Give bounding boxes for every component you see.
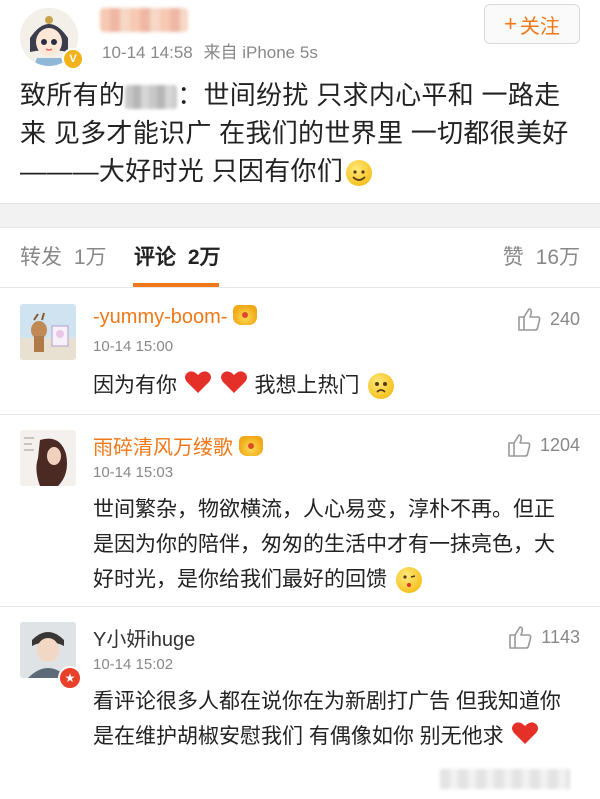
comment-item: 雨碎清风万缕歌 10-14 15:03 1204 世间繁杂，物欲横流，人心易变，… [0,414,600,607]
post-text: 致所有的.：世间纷扰 只求内心平和 一路走来 见多才能识广 在我们的世界里 一切… [20,76,580,190]
comment-text-tail: 我想上热门 [254,374,360,397]
heart-icon [220,371,247,393]
commenter-name-text: Y小妍ihuge [93,629,196,651]
heart-icon [184,371,211,393]
comment-item: -yummy-boom- 10-14 15:00 240 因为有你 我想上热门 [0,288,600,415]
comment-text: 世间繁杂，物欲横流，人心易变，淳朴不再。但正是因为你的陪伴，匆匆的生活中才有一抹… [93,492,573,597]
deer-photo-icon [20,304,76,360]
sad-emoji-icon [368,373,395,400]
tab-comments-count: 2万 [187,246,221,269]
tab-repost[interactable]: 转发 1万 [20,241,107,271]
commenter-name[interactable]: Y小妍ihuge [93,623,195,652]
crown-badge-icon [239,436,263,456]
heart-icon [511,722,538,744]
follow-label: 关注 [519,15,560,38]
comment-time: 10-14 15:02 [93,656,174,673]
thumbs-up-icon [509,626,532,649]
comment-like-count: 240 [549,308,580,329]
post-text-start: 致所有的 [20,80,126,110]
follow-button[interactable]: + 关注 [484,4,580,44]
comment-like-button[interactable]: 1143 [507,624,580,650]
section-divider [0,203,600,228]
verified-badge-icon: V [62,48,84,70]
tab-likes-label: 赞 [502,246,524,269]
commenter-name-text: -yummy-boom- [93,306,228,328]
kiss-emoji-icon [395,567,422,594]
tab-comments-label: 评论 [134,246,176,269]
post-header: V ██ 10-14 14:58 来自 iPhone 5s + 关注 [0,0,600,70]
active-tab-indicator [133,283,219,287]
comment-time: 10-14 15:03 [93,464,174,481]
comment-time: 10-14 15:00 [93,338,174,355]
tab-likes-count: 16万 [535,246,580,269]
commenter-name[interactable]: 雨碎清风万缕歌 [93,431,263,460]
poster-name[interactable]: ██ [100,8,188,32]
commenter-avatar[interactable] [20,304,76,360]
tab-repost-label: 转发 [20,246,62,269]
comment-item: ★ Y小妍ihuge 10-14 15:02 1143 看评论很多人都在说你在为… [0,606,600,799]
tab-likes[interactable]: 赞 16万 [503,241,580,271]
comment-like-count: 1143 [541,626,580,647]
post-source: 来自 iPhone 5s [203,43,318,62]
member-badge-icon: ★ [58,666,82,690]
comment-text: 看评论很多人都在说你在为新剧打广告 但我知道你是在维护胡椒安慰我们 有偶像如你 … [93,684,573,754]
commenter-name[interactable]: -yummy-boom- [93,305,258,329]
thumbs-up-icon [508,434,531,457]
tab-repost-count: 1万 [73,246,107,269]
comment-like-button[interactable]: 240 [516,306,580,332]
portrait-photo-icon [20,430,76,486]
comment-like-button[interactable]: 1204 [506,432,580,458]
smile-emoji-icon [346,160,373,187]
comment-like-count: 1204 [539,434,580,455]
tab-bar: 转发 1万 评论 2万 赞 16万 [0,227,600,288]
thumbs-up-icon [518,308,541,331]
comment-text-start: 因为有你 [93,374,177,397]
post-timestamp: 10-14 14:58 [102,43,193,62]
blurred-word: . [125,85,178,110]
comment-text-body: 看评论很多人都在说你在为新剧打广告 但我知道你是在维护胡椒安慰我们 有偶像如你 … [93,690,561,748]
commenter-avatar[interactable] [20,430,76,486]
comment-text-body: 世间繁杂，物欲横流，人心易变，淳朴不再。但正是因为你的陪伴，匆匆的生活中才有一抹… [93,498,555,591]
comment-text: 因为有你 我想上热门 [93,368,573,403]
tab-comments[interactable]: 评论 2万 [134,241,221,271]
crown-badge-icon [233,305,258,325]
commenter-name-text: 雨碎清风万缕歌 [93,437,233,459]
watermark [440,769,570,789]
post-meta: 10-14 14:58 来自 iPhone 5s [102,38,318,63]
plus-icon: + [504,11,517,36]
